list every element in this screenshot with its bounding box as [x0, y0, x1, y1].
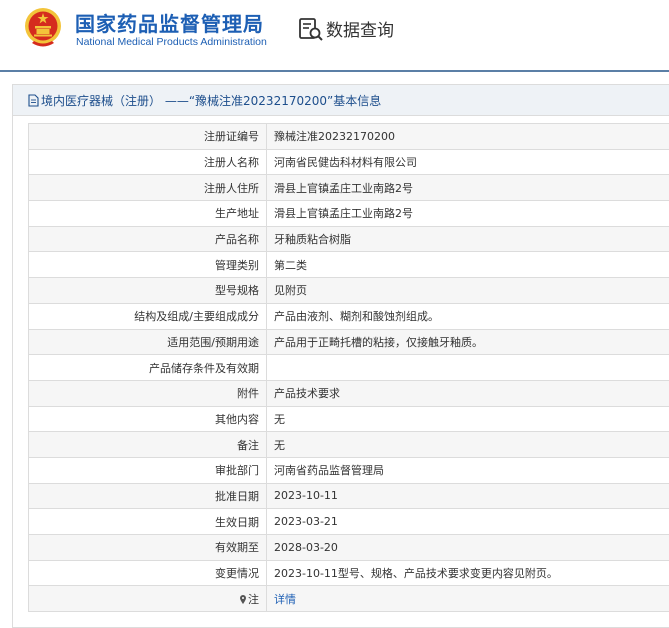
row-value: 豫械注准20232170200 — [266, 123, 669, 150]
row-value: 2028-03-20 — [266, 534, 669, 561]
table-row: 生产地址 滑县上官镇孟庄工业南路2号 — [28, 200, 669, 227]
row-value: 无 — [266, 405, 669, 433]
table-row: 注册人住所 滑县上官镇孟庄工业南路2号 — [28, 174, 669, 202]
row-value: 第二类 — [266, 251, 669, 279]
row-label: 其他内容 — [28, 405, 267, 433]
details-link[interactable]: 详情 — [274, 593, 296, 606]
row-label: 管理类别 — [28, 251, 267, 279]
row-label: 生产地址 — [28, 200, 267, 227]
org-name-english: National Medical Products Administration — [76, 36, 267, 48]
table-row: 审批部门 河南省药品监督管理局 — [28, 456, 669, 484]
row-value: 河南省民健齿科材料有限公司 — [266, 148, 669, 176]
row-value: 无 — [266, 431, 669, 458]
row-value: 2023-10-11 — [266, 482, 669, 510]
table-row: 结构及组成/主要组成成分 产品由液剂、糊剂和酸蚀剂组成。 — [28, 302, 669, 330]
row-value: 牙釉质粘合树脂 — [266, 225, 669, 253]
row-value: 产品技术要求 — [266, 379, 669, 407]
row-value: 滑县上官镇孟庄工业南路2号 — [266, 200, 669, 227]
table-row: 附件 产品技术要求 — [28, 379, 669, 407]
row-label: 备注 — [28, 431, 267, 458]
table-row: 备注无 — [28, 431, 669, 458]
table-row: 变更情况 2023-10-11型号、规格、产品技术要求变更内容见附页。 — [28, 559, 669, 587]
row-label: 产品储存条件及有效期 — [28, 354, 267, 381]
row-label: 注册人名称 — [28, 148, 267, 176]
data-query-icon[interactable] — [298, 16, 324, 42]
row-label: 结构及组成/主要组成成分 — [28, 302, 267, 330]
row-value: 河南省药品监督管理局 — [266, 456, 669, 484]
row-value: 产品由液剂、糊剂和酸蚀剂组成。 — [266, 302, 669, 330]
table-row: 批准日期 2023-10-11 — [28, 482, 669, 510]
panel-title-bar: 境内医疗器械（注册） ——“豫械注准20232170200”基本信息 — [13, 85, 669, 116]
table-row: 有效期至 2028-03-20 — [28, 534, 669, 561]
row-label: 批准日期 — [28, 482, 267, 510]
panel-title: 境内医疗器械（注册） ——“豫械注准20232170200”基本信息 — [41, 94, 382, 108]
row-label: 审批部门 — [28, 456, 267, 484]
table-row: 生效日期 2023-03-21 — [28, 508, 669, 535]
detail-panel: 境内医疗器械（注册） ——“豫械注准20232170200”基本信息 注册证编号… — [12, 84, 669, 628]
row-label: 有效期至 — [28, 534, 267, 561]
row-label: 产品名称 — [28, 225, 267, 253]
site-header: 国家药品监督管理局 National Medical Products Admi… — [0, 0, 669, 70]
row-value: 2023-10-11型号、规格、产品技术要求变更内容见附页。 — [266, 559, 669, 587]
table-row: 适用范围/预期用途 产品用于正畸托槽的粘接，仅接触牙釉质。 — [28, 328, 669, 356]
row-label: 适用范围/预期用途 — [28, 328, 267, 356]
document-icon — [28, 94, 39, 107]
table-row: 管理类别 第二类 — [28, 251, 669, 279]
table-row: 其他内容无 — [28, 405, 669, 433]
org-name-chinese: 国家药品监督管理局 — [75, 12, 264, 36]
location-pin-icon — [240, 594, 246, 604]
row-value-cell: 详情 — [266, 585, 669, 613]
info-table: 注册证编号 豫械注准20232170200 注册人名称 河南省民健齿科材料有限公司 … — [28, 123, 669, 613]
table-row: 注 详情 — [28, 585, 669, 613]
table-row: 注册人名称 河南省民健齿科材料有限公司 — [28, 148, 669, 176]
row-label: 型号规格 — [28, 277, 267, 304]
row-value: 产品用于正畸托槽的粘接，仅接触牙釉质。 — [266, 328, 669, 356]
row-label: 注 — [248, 592, 259, 606]
row-label: 注册人住所 — [28, 174, 267, 202]
row-label: 附件 — [28, 379, 267, 407]
header-divider — [0, 70, 669, 72]
note-label-cell: 注 — [28, 585, 267, 613]
row-label: 变更情况 — [28, 559, 267, 587]
table-row: 注册证编号 豫械注准20232170200 — [28, 123, 669, 150]
row-value — [266, 354, 669, 381]
row-value: 见附页 — [266, 277, 669, 304]
national-emblem-icon — [25, 8, 61, 47]
row-value: 滑县上官镇孟庄工业南路2号 — [266, 174, 669, 202]
data-query-label[interactable]: 数据查询 — [326, 16, 394, 41]
table-row: 产品名称 牙釉质粘合树脂 — [28, 225, 669, 253]
table-row: 产品储存条件及有效期 — [28, 354, 669, 381]
row-value: 2023-03-21 — [266, 508, 669, 535]
row-label: 注册证编号 — [28, 123, 267, 150]
table-row: 型号规格 见附页 — [28, 277, 669, 304]
row-label: 生效日期 — [28, 508, 267, 535]
